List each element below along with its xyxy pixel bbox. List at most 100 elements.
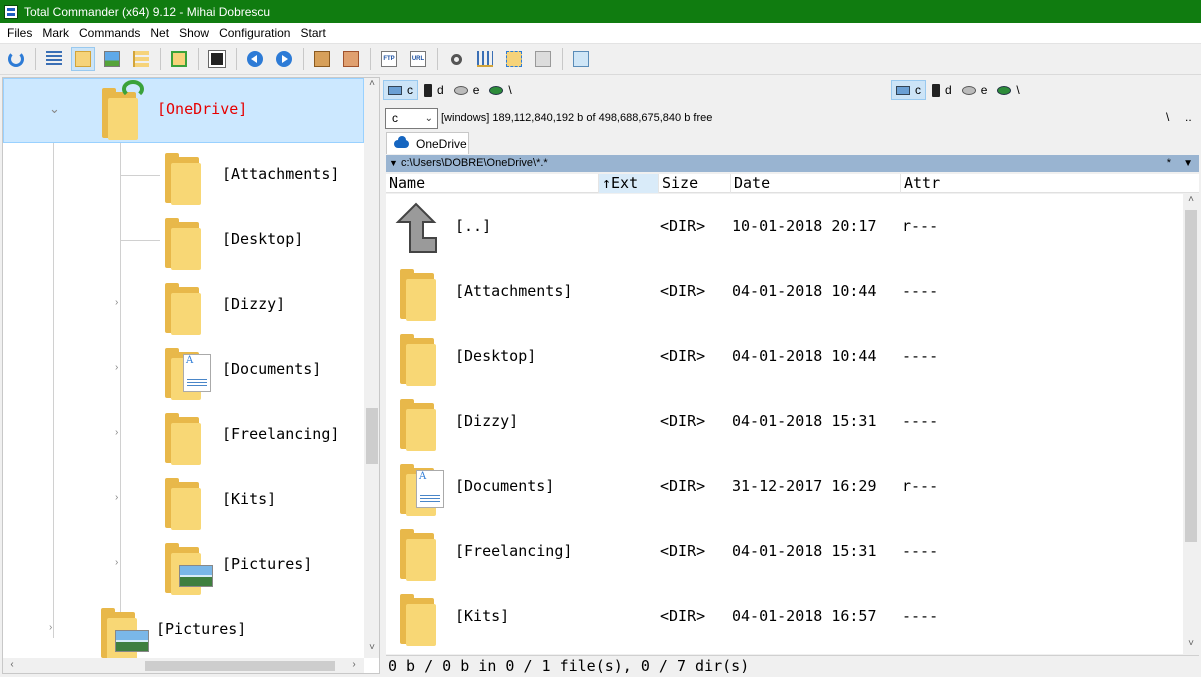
scroll-up-icon[interactable]: ˄: [1183, 194, 1199, 205]
thumbnail-view-button[interactable]: [100, 47, 124, 71]
file-row[interactable]: [Documents] <DIR> 31-12-2017 16:29 r---: [386, 454, 1183, 519]
drive-e-button[interactable]: e: [958, 80, 992, 100]
scrollbar-thumb[interactable]: [1185, 210, 1197, 542]
column-name[interactable]: Name: [386, 174, 599, 193]
expand-chevron-icon[interactable]: ›: [115, 362, 118, 373]
expand-chevron-icon[interactable]: ›: [115, 427, 118, 438]
back-button[interactable]: [243, 47, 267, 71]
expand-chevron-icon[interactable]: ›: [115, 297, 118, 308]
tree-node-pictures-child[interactable]: › [Pictures]: [3, 533, 364, 598]
brief-view-button[interactable]: [42, 47, 66, 71]
full-view-button[interactable]: [71, 47, 95, 71]
menu-commands[interactable]: Commands: [74, 23, 145, 43]
column-ext[interactable]: ↑Ext: [599, 174, 659, 193]
scroll-down-icon[interactable]: ˅: [1183, 638, 1199, 649]
file-attr: ----: [902, 412, 939, 430]
file-row[interactable]: [Kits] <DIR> 04-01-2018 16:57 ----: [386, 584, 1183, 649]
network-icon: [997, 85, 1012, 95]
tab-onedrive[interactable]: OneDrive: [386, 132, 469, 154]
column-date[interactable]: Date: [731, 174, 901, 193]
file-name: [Kits]: [455, 607, 510, 625]
tree-node-documents[interactable]: › [Documents]: [3, 338, 364, 403]
file-list[interactable]: [..] <DIR> 10-01-2018 20:17 r--- [Attach…: [386, 194, 1183, 654]
column-attr[interactable]: Attr: [901, 174, 1199, 193]
notepad-button[interactable]: [569, 47, 593, 71]
file-date: 10-01-2018 20:17: [732, 217, 877, 235]
ftp-connect-button[interactable]: FTP: [377, 47, 401, 71]
folder-icon: [163, 474, 207, 530]
compare-dirs-button[interactable]: [502, 47, 526, 71]
drive-e-button[interactable]: e: [450, 80, 484, 100]
history-dropdown-icon[interactable]: ▼: [1183, 155, 1193, 172]
tree-node-dizzy[interactable]: › [Dizzy]: [3, 273, 364, 338]
tree-node-label: [OneDrive]: [157, 100, 248, 118]
tree-node-pictures[interactable]: › [Pictures]: [3, 598, 364, 663]
tree-view-button[interactable]: [129, 47, 153, 71]
drive-c-button[interactable]: c: [891, 80, 926, 100]
tree-panel[interactable]: ⌄ [OneDrive] [Attachments] [Desktop] › […: [2, 77, 380, 674]
tree-node-attachments[interactable]: [Attachments]: [3, 143, 364, 208]
tree-node-label: [Attachments]: [222, 165, 340, 183]
scroll-left-icon[interactable]: ‹: [7, 659, 17, 670]
refresh-button[interactable]: [4, 47, 28, 71]
brief-view-icon: [46, 51, 62, 67]
tree-node-onedrive[interactable]: ⌄ [OneDrive]: [3, 78, 364, 143]
forward-button[interactable]: [272, 47, 296, 71]
scrollbar-thumb[interactable]: [145, 661, 335, 671]
root-dir-button[interactable]: \: [1166, 110, 1169, 124]
drive-d-button[interactable]: d: [420, 80, 448, 100]
file-size: <DIR>: [660, 607, 706, 625]
unpack-button[interactable]: [339, 47, 363, 71]
removable-drive-icon: [932, 83, 940, 97]
expand-chevron-icon[interactable]: ›: [115, 557, 118, 568]
url-connect-button[interactable]: URL: [406, 47, 430, 71]
scroll-down-icon[interactable]: ˅: [364, 642, 379, 653]
tree-vertical-scrollbar[interactable]: ˄ ˅: [364, 78, 379, 658]
scroll-up-icon[interactable]: ˄: [364, 78, 379, 89]
pictures-folder-icon: [163, 539, 213, 595]
edit-button[interactable]: [531, 47, 555, 71]
file-row[interactable]: [Attachments] <DIR> 04-01-2018 10:44 ---…: [386, 259, 1183, 324]
drive-d-button[interactable]: d: [928, 80, 956, 100]
network-drive-button[interactable]: \: [485, 80, 515, 100]
drive-letter: c: [915, 83, 921, 97]
drive-letter: c: [407, 83, 413, 97]
file-row[interactable]: [..] <DIR> 10-01-2018 20:17 r---: [386, 194, 1183, 259]
menu-files[interactable]: Files: [2, 23, 37, 43]
filter-button[interactable]: *: [1167, 155, 1171, 172]
search-button[interactable]: [444, 47, 468, 71]
drive-c-button[interactable]: c: [383, 80, 418, 100]
folder-icon: [398, 590, 442, 646]
multi-rename-button[interactable]: [473, 47, 497, 71]
tree-horizontal-scrollbar[interactable]: ‹ ›: [3, 658, 364, 673]
sync-dirs-button[interactable]: [167, 47, 191, 71]
collapse-chevron-icon[interactable]: ⌄: [49, 101, 60, 117]
column-size[interactable]: Size: [659, 174, 731, 193]
file-row[interactable]: [Desktop] <DIR> 04-01-2018 10:44 ----: [386, 324, 1183, 389]
parent-dir-button[interactable]: ..: [1185, 110, 1192, 124]
menu-configuration[interactable]: Configuration: [214, 23, 295, 43]
forward-icon: [276, 51, 292, 67]
expand-chevron-icon[interactable]: ›: [49, 622, 52, 633]
file-row[interactable]: [Freelancing] <DIR> 04-01-2018 15:31 ---…: [386, 519, 1183, 584]
file-row[interactable]: [Dizzy] <DIR> 04-01-2018 15:31 ----: [386, 389, 1183, 454]
invert-selection-button[interactable]: [205, 47, 229, 71]
current-path-bar[interactable]: ▼ c:\Users\DOBRE\OneDrive\*.* * ▼: [386, 155, 1199, 172]
file-name: [Documents]: [455, 477, 555, 495]
file-list-scrollbar[interactable]: ˄ ˅: [1183, 194, 1199, 654]
dropdown-arrow-icon[interactable]: ▼: [389, 158, 398, 168]
tree-node-kits[interactable]: › [Kits]: [3, 468, 364, 533]
pack-button[interactable]: [310, 47, 334, 71]
scrollbar-thumb[interactable]: [366, 408, 378, 464]
scroll-right-icon[interactable]: ›: [349, 659, 359, 670]
drive-select[interactable]: c ⌄: [385, 108, 438, 129]
menu-mark[interactable]: Mark: [37, 23, 74, 43]
expand-chevron-icon[interactable]: ›: [115, 492, 118, 503]
menu-show[interactable]: Show: [174, 23, 214, 43]
folder-icon: [163, 279, 207, 335]
tree-node-desktop[interactable]: [Desktop]: [3, 208, 364, 273]
menu-start[interactable]: Start: [295, 23, 330, 43]
tree-node-freelancing[interactable]: › [Freelancing]: [3, 403, 364, 468]
menu-net[interactable]: Net: [145, 23, 174, 43]
network-drive-button[interactable]: \: [993, 80, 1023, 100]
